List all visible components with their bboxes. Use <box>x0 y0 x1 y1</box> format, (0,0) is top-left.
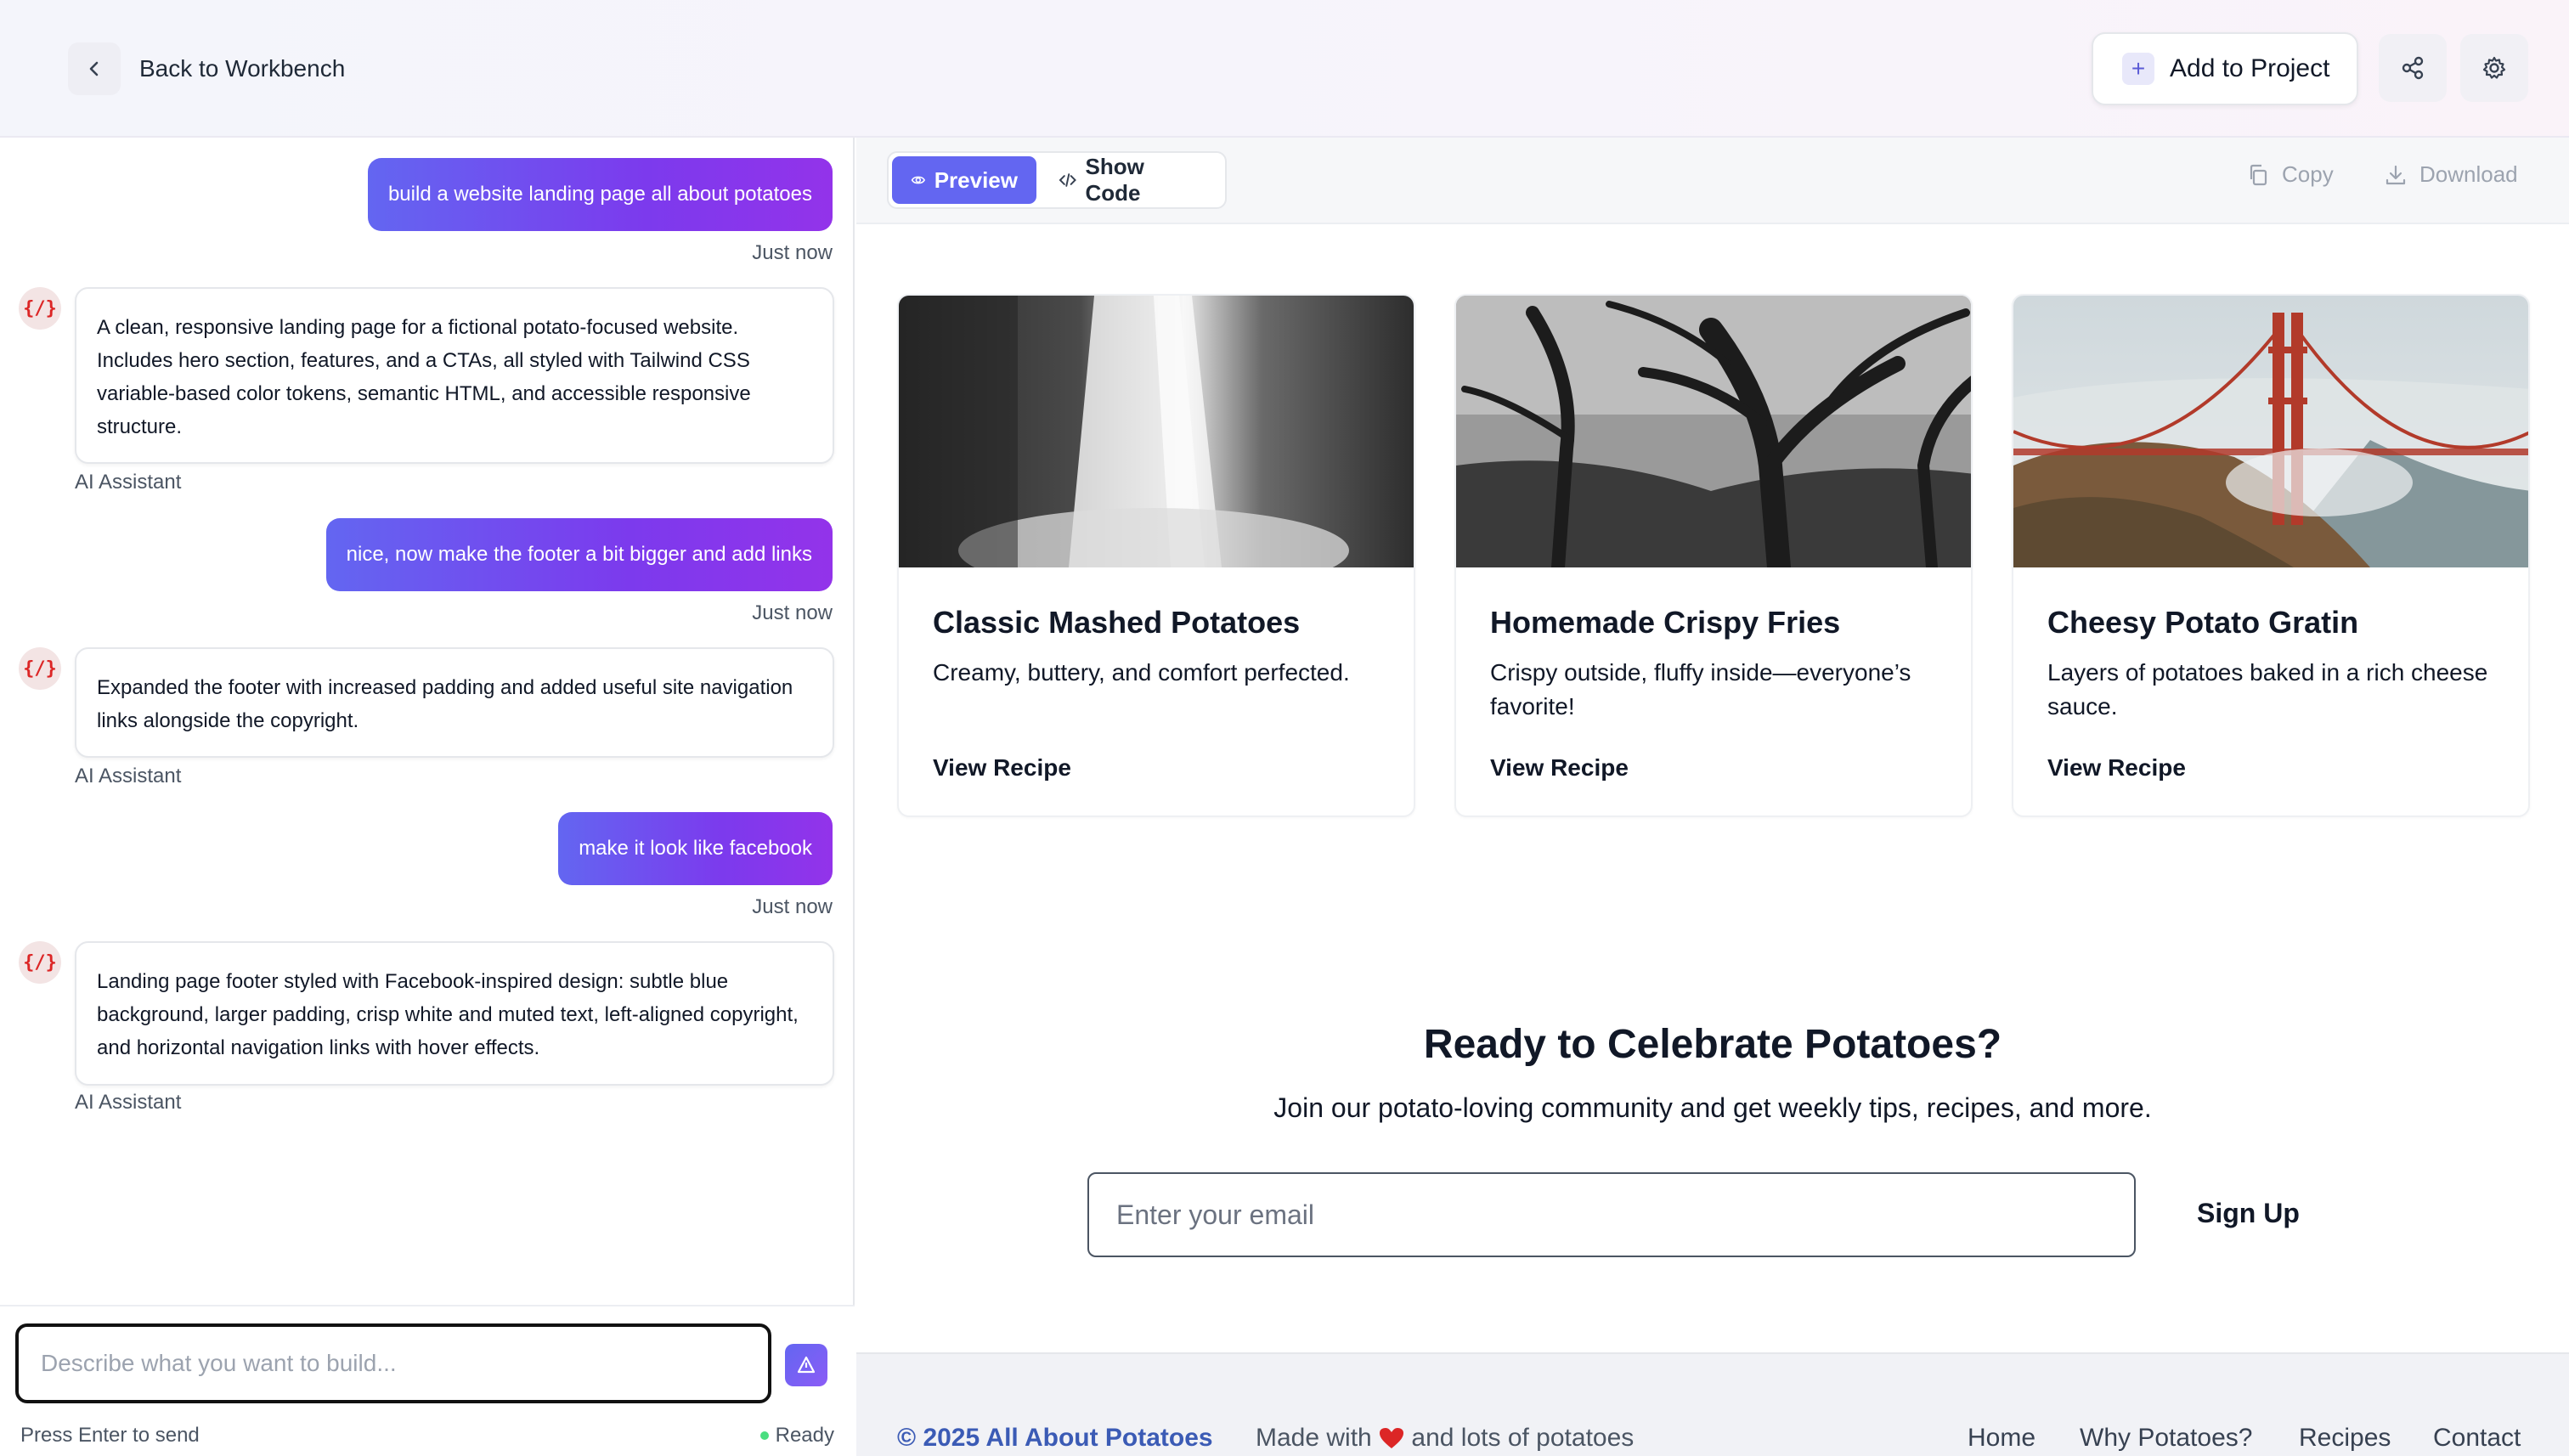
add-to-project-label: Add to Project <box>2170 54 2330 82</box>
chevron-left-icon <box>68 42 121 95</box>
share-icon <box>2402 56 2424 80</box>
footer-link-recipes[interactable]: Recipes <box>2299 1424 2391 1453</box>
eye-icon <box>911 176 925 184</box>
card-description: Crispy outside, fluffy inside—everyone’s… <box>1490 659 1911 720</box>
download-button[interactable]: Download <box>2384 161 2518 188</box>
copy-icon <box>2250 164 2267 185</box>
ai-avatar-icon: {/} <box>19 941 61 984</box>
preview-panel: Preview Show Code Copy Download Classic … <box>856 138 2569 1456</box>
share-button[interactable] <box>2379 34 2447 102</box>
card-title: Classic Mashed Potatoes <box>933 605 1301 640</box>
heart-icon <box>1380 1428 1404 1448</box>
back-label: Back to Workbench <box>139 55 346 82</box>
view-recipe-link[interactable]: View Recipe <box>933 754 1071 782</box>
cta-subheading: Join our potato-loving community and get… <box>1273 1092 2152 1123</box>
recipe-card: Homemade Crispy Fries Crispy outside, fl… <box>1454 294 1973 817</box>
view-recipe-link[interactable]: View Recipe <box>2047 754 2186 782</box>
user-message: make it look like facebook <box>558 812 833 885</box>
back-to-workbench-button[interactable]: Back to Workbench <box>68 42 345 95</box>
footer-link-home[interactable]: Home <box>1968 1424 2035 1453</box>
forest-image <box>1456 296 1971 567</box>
preview-tab[interactable]: Preview <box>892 156 1036 204</box>
copy-button[interactable]: Copy <box>2246 161 2334 188</box>
chat-panel: build a website landing page all about p… <box>0 138 855 1456</box>
card-title: Homemade Crispy Fries <box>1490 605 1841 640</box>
footer-made-prefix: Made with <box>1256 1424 1372 1452</box>
message-time: Just now <box>752 241 833 264</box>
view-recipe-link[interactable]: View Recipe <box>1490 754 1629 782</box>
code-icon <box>1059 173 1076 187</box>
plus-icon: + <box>2122 53 2154 85</box>
card-description: Layers of potatoes baked in a rich chees… <box>2047 659 2488 720</box>
message-time: Just now <box>752 601 833 624</box>
sign-up-button[interactable]: Sign Up <box>2197 1198 2300 1229</box>
bridge-image <box>2013 296 2528 567</box>
add-to-project-button[interactable]: + Add to Project <box>2092 32 2358 105</box>
copy-label: Copy <box>2282 161 2334 187</box>
recipe-card: Cheesy Potato Gratin Layers of potatoes … <box>2012 294 2530 817</box>
send-icon <box>797 1356 816 1374</box>
chat-composer: Press Enter to send Ready <box>0 1305 855 1456</box>
recipe-card: Classic Mashed Potatoes Creamy, buttery,… <box>897 294 1415 817</box>
assistant-message: A clean, responsive landing page for a f… <box>75 287 834 464</box>
footer-link-contact[interactable]: Contact <box>2433 1424 2521 1453</box>
assistant-name: AI Assistant <box>75 1091 182 1114</box>
email-input[interactable] <box>1087 1172 2136 1257</box>
footer-tagline: Made with and lots of potatoes <box>1256 1424 1634 1453</box>
preview-toolbar: Preview Show Code Copy Download <box>856 138 2569 224</box>
user-message: nice, now make the footer a bit bigger a… <box>325 518 833 591</box>
card-title: Cheesy Potato Gratin <box>2047 605 2359 640</box>
send-button[interactable] <box>785 1344 827 1386</box>
prompt-input[interactable] <box>15 1323 771 1403</box>
assistant-name: AI Assistant <box>75 765 182 787</box>
download-icon <box>2386 165 2406 184</box>
status-label: Ready <box>775 1424 834 1447</box>
footer-made-suffix: and lots of potatoes <box>1411 1424 1635 1452</box>
ai-avatar-icon: {/} <box>19 647 61 690</box>
status-indicator: Ready <box>759 1424 834 1448</box>
preview-tab-label: Preview <box>934 166 1018 193</box>
site-footer: © 2025 All About Potatoes Made with and … <box>856 1352 2569 1456</box>
show-code-tab[interactable]: Show Code <box>1040 154 1222 206</box>
assistant-message: Expanded the footer with increased paddi… <box>75 647 834 758</box>
waterfall-image <box>899 296 1414 567</box>
cta-heading: Ready to Celebrate Potatoes? <box>1423 1022 2002 1067</box>
send-hint: Press Enter to send <box>20 1424 200 1447</box>
settings-button[interactable] <box>2460 34 2528 102</box>
gear-icon <box>2482 56 2506 79</box>
status-dot-icon <box>759 1431 769 1440</box>
view-toggle: Preview Show Code <box>887 151 1227 209</box>
footer-link-why-potatoes[interactable]: Why Potatoes? <box>2080 1424 2252 1453</box>
assistant-name: AI Assistant <box>75 471 182 494</box>
card-description: Creamy, buttery, and comfort perfected. <box>933 659 1350 686</box>
download-label: Download <box>2419 161 2518 187</box>
user-message: build a website landing page all about p… <box>367 158 833 231</box>
top-header: Back to Workbench + Add to Project <box>0 0 2569 138</box>
ai-avatar-icon: {/} <box>19 287 61 330</box>
message-time: Just now <box>752 895 833 918</box>
footer-copyright: © 2025 All About Potatoes <box>897 1424 1213 1452</box>
show-code-label: Show Code <box>1085 154 1144 206</box>
assistant-message: Landing page footer styled with Facebook… <box>75 941 834 1086</box>
